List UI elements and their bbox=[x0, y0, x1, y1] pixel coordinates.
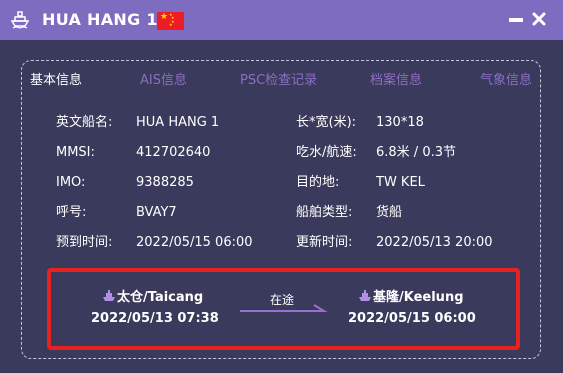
ship-type-value: 货船 bbox=[376, 205, 403, 220]
tab-ais-info[interactable]: AIS信息 bbox=[140, 73, 187, 89]
destination-value: TW KEL bbox=[376, 175, 425, 190]
tab-weather-info[interactable]: 气象信息 bbox=[480, 73, 532, 89]
eta-label: 预到时间: bbox=[56, 235, 113, 250]
close-button[interactable] bbox=[532, 12, 546, 26]
draft-speed-label: 吃水/航速: bbox=[296, 145, 357, 160]
dimensions-value: 130*18 bbox=[376, 115, 424, 130]
imo-value: 9388285 bbox=[136, 175, 194, 190]
tab-psc-records[interactable]: PSC检查记录 bbox=[240, 73, 317, 89]
departure-port-icon bbox=[103, 290, 115, 301]
arrival-port: 基隆/Keelung bbox=[373, 290, 464, 305]
ship-icon bbox=[11, 11, 29, 29]
mmsi-value: 412702640 bbox=[136, 145, 211, 160]
mmsi-label: MMSI: bbox=[56, 145, 95, 160]
english-name-label: 英文船名: bbox=[56, 115, 113, 130]
destination-label: 目的地: bbox=[296, 175, 340, 190]
tab-archive-info[interactable]: 档案信息 bbox=[370, 73, 422, 89]
callsign-value: BVAY7 bbox=[136, 205, 177, 220]
callsign-label: 呼号: bbox=[56, 205, 87, 220]
arrival-time: 2022/05/15 06:00 bbox=[348, 311, 476, 326]
title-bar: HUA HANG 1 ★ ★ ★ ★ ★ bbox=[0, 0, 563, 40]
imo-label: IMO: bbox=[56, 175, 86, 190]
departure-port: 太仓/Taicang bbox=[117, 290, 204, 305]
china-flag: ★ ★ ★ ★ ★ bbox=[157, 12, 184, 30]
eta-value: 2022/05/15 06:00 bbox=[136, 235, 253, 250]
updated-label: 更新时间: bbox=[296, 235, 353, 250]
arrival-port-icon bbox=[359, 290, 371, 301]
updated-value: 2022/05/13 20:00 bbox=[376, 235, 493, 250]
ship-type-label: 船舶类型: bbox=[296, 205, 353, 220]
draft-speed-value: 6.8米 / 0.3节 bbox=[376, 145, 456, 160]
minimize-button[interactable] bbox=[509, 18, 523, 22]
tab-basic-info[interactable]: 基本信息 bbox=[30, 73, 82, 89]
departure-time: 2022/05/13 07:38 bbox=[91, 311, 219, 326]
route-arrow-icon bbox=[240, 304, 328, 312]
english-name-value: HUA HANG 1 bbox=[136, 115, 220, 130]
window-title: HUA HANG 1 bbox=[42, 10, 158, 29]
dimensions-label: 长*宽(米): bbox=[296, 115, 357, 130]
